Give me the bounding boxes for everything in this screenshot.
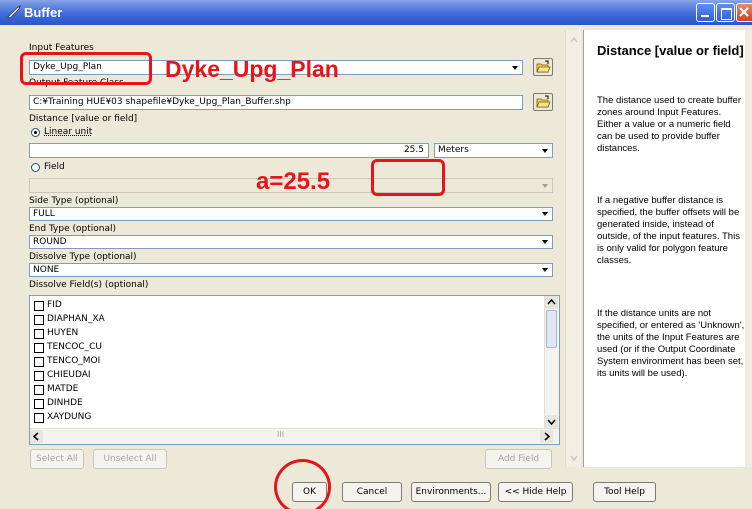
chevron-down-icon[interactable] xyxy=(509,62,521,74)
add-field-button[interactable]: Add Field xyxy=(485,449,552,469)
chevron-down-icon[interactable] xyxy=(539,264,551,276)
buffer-dialog: Buffer Input Features Dyke_Upg_Plan Outp… xyxy=(0,0,752,509)
annotation-circle-ok xyxy=(274,459,331,509)
form-vertical-scrollbar[interactable] xyxy=(565,30,581,467)
list-item-label: TENCO_MOI xyxy=(47,356,101,366)
title-bar: Buffer xyxy=(0,0,752,25)
chevron-right-icon[interactable] xyxy=(540,430,553,443)
window-title: Buffer xyxy=(24,5,63,20)
hide-help-button[interactable]: << Hide Help xyxy=(498,482,573,502)
list-item-label: CHIEUDAI xyxy=(47,370,91,380)
chevron-down-icon[interactable] xyxy=(539,236,551,248)
list-item-label: XAYDUNG xyxy=(47,412,92,422)
help-vertical-scrollbar[interactable] xyxy=(745,30,752,467)
help-paragraph-1: The distance used to create buffer zones… xyxy=(597,95,741,154)
footer-bar: OK Cancel Environments... << Hide Help T… xyxy=(0,470,752,509)
side-type-value: FULL xyxy=(33,209,55,219)
maximize-button[interactable] xyxy=(716,3,735,22)
field-radio[interactable] xyxy=(31,163,40,172)
distance-label: Distance [value or field] xyxy=(29,114,138,124)
list-vertical-scrollbar[interactable] xyxy=(544,296,559,429)
open-folder-icon xyxy=(536,60,551,73)
dissolve-type-combo[interactable]: NONE xyxy=(29,263,553,277)
chevron-down-icon[interactable] xyxy=(545,415,558,428)
annotation-box-input xyxy=(20,52,152,85)
checkbox[interactable] xyxy=(34,315,44,325)
dissolve-type-value: NONE xyxy=(33,265,60,275)
annotation-box-distance xyxy=(371,159,445,196)
dissolve-fields-label: Dissolve Field(s) (optional) xyxy=(29,280,149,290)
end-type-label: End Type (optional) xyxy=(29,224,116,234)
close-button[interactable] xyxy=(736,3,752,22)
minimize-button[interactable] xyxy=(696,3,715,22)
cancel-button[interactable]: Cancel xyxy=(342,482,402,502)
distance-unit-combo[interactable]: Meters xyxy=(434,143,553,158)
chevron-down-icon[interactable] xyxy=(539,208,551,220)
distance-value: 25.5 xyxy=(403,145,424,155)
dissolve-type-label: Dissolve Type (optional) xyxy=(29,252,137,262)
chevron-up-icon[interactable] xyxy=(567,34,581,46)
checkbox[interactable] xyxy=(34,385,44,395)
checkbox[interactable] xyxy=(34,357,44,367)
annotation-distance-label: a=25.5 xyxy=(256,168,331,195)
distance-value-field[interactable]: 25.5 xyxy=(29,143,429,158)
help-title: Distance [value or field] xyxy=(597,43,744,58)
chevron-down-icon[interactable] xyxy=(567,452,581,464)
checkbox[interactable] xyxy=(34,343,44,353)
wrench-icon xyxy=(7,5,21,19)
checkbox[interactable] xyxy=(34,329,44,339)
list-horizontal-scrollbar[interactable]: III xyxy=(30,428,559,444)
close-icon xyxy=(739,7,749,17)
chevron-left-icon[interactable] xyxy=(30,430,43,443)
browse-input-button[interactable] xyxy=(533,58,553,76)
browse-output-button[interactable] xyxy=(533,93,553,111)
open-folder-icon xyxy=(536,95,551,108)
list-item-label: TENCOC_CU xyxy=(47,342,102,352)
checkbox[interactable] xyxy=(34,301,44,311)
checkbox[interactable] xyxy=(34,371,44,381)
tool-help-button[interactable]: Tool Help xyxy=(593,482,656,502)
output-feature-class-value: C:¥Training HUE¥03 shapefile¥Dyke_Upg_Pl… xyxy=(33,97,291,107)
end-type-combo[interactable]: ROUND xyxy=(29,235,553,249)
chevron-up-icon[interactable] xyxy=(545,296,558,309)
side-type-combo[interactable]: FULL xyxy=(29,207,553,221)
list-item-label: DINHDE xyxy=(47,398,83,408)
unselect-all-button[interactable]: Unselect All xyxy=(93,449,167,469)
select-all-button[interactable]: Select All xyxy=(30,449,84,469)
list-item-label: DIAPHAN_XA xyxy=(47,314,105,324)
linear-unit-label: Linear unit xyxy=(44,127,93,137)
list-item-label: HUYEN xyxy=(47,328,79,338)
dissolve-fields-list[interactable]: FID DIAPHAN_XA HUYEN TENCOC_CU TENCO_MOI… xyxy=(29,295,560,445)
help-paragraph-3: If the distance units are not specified,… xyxy=(597,308,745,379)
chevron-down-icon[interactable] xyxy=(539,145,551,157)
side-type-label: Side Type (optional) xyxy=(29,196,119,206)
field-radio-label: Field xyxy=(44,162,65,172)
annotation-input-label: Dyke_Upg_Plan xyxy=(165,56,339,82)
help-panel: Distance [value or field] The distance u… xyxy=(583,30,745,467)
scroll-grip: III xyxy=(277,430,285,439)
distance-unit-value: Meters xyxy=(438,145,469,155)
linear-unit-radio[interactable] xyxy=(31,128,40,137)
list-item-label: FID xyxy=(47,300,62,310)
end-type-value: ROUND xyxy=(33,237,67,247)
output-feature-class-field[interactable]: C:¥Training HUE¥03 shapefile¥Dyke_Upg_Pl… xyxy=(29,95,523,110)
list-item-label: MATDE xyxy=(47,384,79,394)
checkbox[interactable] xyxy=(34,399,44,409)
environments-button[interactable]: Environments... xyxy=(411,482,491,502)
help-paragraph-2: If a negative buffer distance is specifi… xyxy=(597,195,740,266)
checkbox[interactable] xyxy=(34,413,44,423)
scroll-thumb[interactable] xyxy=(546,310,557,348)
chevron-down-icon xyxy=(539,180,551,192)
